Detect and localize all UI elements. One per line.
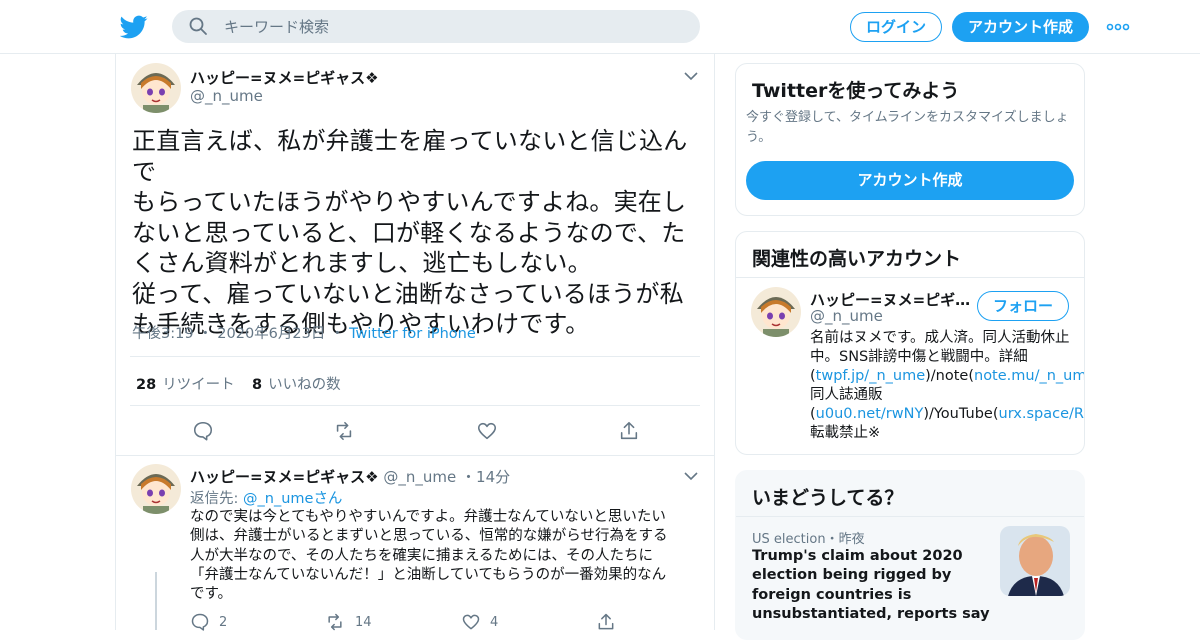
bio-text: )/note(	[925, 368, 974, 384]
more-options-icon[interactable]	[1106, 20, 1130, 34]
reply-reply-count: 2	[219, 615, 228, 630]
trends-card: いまどうしてる？ US election・昨夜 Trump's claim ab…	[735, 470, 1085, 640]
reply-icon[interactable]	[192, 420, 214, 442]
related-account-handle[interactable]: @_n_ume	[810, 307, 883, 325]
meta-separator: ・	[198, 326, 213, 342]
bio-link[interactable]: u0u0.net/rwNY	[816, 406, 924, 422]
reply-text: なので実は今とてもやりやすいんですよ。弁護士なんていないと思いたい 側は、弁護士…	[190, 509, 668, 603]
chevron-down-icon[interactable]	[684, 471, 698, 481]
avatar-illustration-icon	[751, 287, 801, 337]
reply-to-line: 返信先: @_n_umeさん	[190, 487, 342, 508]
related-accounts-card: 関連性の高いアカウント ハッピー=ヌメ=ピギ… @_n_ume フォロー 名前は…	[735, 231, 1085, 455]
tweet-time[interactable]: 午後3:19	[132, 326, 194, 342]
tweet-timestamp: 午後3:19 ・ 2020年6月23日 ・ Twitter for iPhone	[132, 322, 476, 343]
trend-category: US election	[752, 532, 826, 547]
card-divider	[736, 516, 1084, 517]
share-icon[interactable]	[596, 612, 616, 632]
meta-separator: ・	[461, 468, 477, 486]
search-placeholder: キーワード検索	[224, 18, 330, 36]
like-heart-icon[interactable]	[476, 420, 498, 442]
search-icon	[189, 17, 207, 35]
like-heart-icon[interactable]	[461, 612, 481, 632]
tweet-date[interactable]: 2020年6月23日	[217, 326, 325, 342]
chevron-down-icon[interactable]	[684, 71, 698, 81]
reply-icon[interactable]	[190, 612, 210, 632]
trend-thumbnail[interactable]	[1000, 526, 1070, 596]
reply-author-handle[interactable]: @_n_ume	[383, 468, 456, 486]
trends-title: いまどうしてる？	[752, 487, 904, 509]
avatar[interactable]	[131, 464, 181, 514]
reply-to-suffix: さん	[313, 491, 343, 507]
signup-card-subtitle: 今すぐ登録して、タイムラインをカスタマイズしましょう。	[746, 110, 1069, 145]
signup-card: Twitterを使ってみよう 今すぐ登録して、タイムラインをカスタマイズしましょ…	[735, 63, 1085, 216]
trend-headline[interactable]: Trump's claim about 2020 election being …	[752, 547, 992, 624]
tweet-text: 正直言えば、私が弁護士を雇っていないと信じ込んで もらっていたほうがやりやすいん…	[132, 127, 688, 338]
bio-text: )/YouTube(	[923, 406, 999, 422]
signup-button[interactable]: アカウント作成	[952, 12, 1089, 42]
bio-link[interactable]: note.mu/_n_ume	[974, 368, 1084, 384]
reply-age[interactable]: 14分	[476, 468, 510, 486]
reply-retweet-count: 14	[355, 615, 372, 630]
tweet-source-link[interactable]: Twitter for iPhone	[349, 326, 476, 342]
tweet-stats: 28 リツイート 8 いいねの数	[130, 356, 700, 406]
thread-line	[155, 572, 157, 630]
avatar[interactable]	[751, 287, 801, 337]
like-count[interactable]: 8 いいねの数	[252, 373, 341, 394]
meta-separator: ・	[329, 326, 345, 342]
bio-link[interactable]: twpf.jp/_n_ume	[816, 368, 925, 384]
reply-author-name[interactable]: ハッピー=ヌメ=ピギャス❖	[190, 468, 379, 486]
related-account-bio: 名前はヌメです。成人済。同人活動休止中。SNS誹謗中傷と戦闘中。詳細(twpf.…	[810, 329, 1084, 443]
trend-time: 昨夜	[838, 532, 865, 547]
card-divider	[736, 277, 1084, 278]
retweet-icon[interactable]	[333, 420, 355, 442]
reply-to-label: 返信先:	[190, 491, 239, 507]
signup-card-title: Twitterを使ってみよう	[752, 80, 960, 102]
top-navigation-bar: キーワード検索 ログイン アカウント作成	[0, 0, 1200, 54]
tweet-divider	[116, 455, 714, 456]
tweet-author-handle[interactable]: @_n_ume	[190, 87, 263, 105]
retweet-count[interactable]: 28 リツイート	[136, 373, 235, 394]
avatar-illustration-icon	[131, 63, 181, 113]
avatar[interactable]	[131, 63, 181, 113]
share-icon[interactable]	[618, 420, 640, 442]
meta-separator: ・	[825, 532, 839, 547]
related-accounts-title: 関連性の高いアカウント	[752, 248, 962, 270]
reply-like-count: 4	[490, 615, 499, 630]
main-timeline-column: ハッピー=ヌメ=ピギャス❖ @_n_ume 正直言えば、私が弁護士を雇っていない…	[115, 54, 715, 632]
trend-meta: US election・昨夜	[752, 528, 865, 547]
reply-header: ハッピー=ヌメ=ピギャス❖ @_n_ume ・14分	[190, 466, 510, 487]
retweet-icon[interactable]	[325, 612, 345, 632]
login-button[interactable]: ログイン	[850, 12, 942, 42]
bio-link[interactable]: urx.space/R0H5	[999, 406, 1085, 422]
twitter-bird-logo-icon[interactable]	[120, 13, 148, 41]
follow-button[interactable]: フォロー	[977, 291, 1069, 321]
signup-card-button[interactable]: アカウント作成	[746, 161, 1074, 200]
trend-photo-image	[1000, 526, 1070, 596]
avatar-illustration-icon	[131, 464, 181, 514]
tweet-author-name[interactable]: ハッピー=ヌメ=ピギャス❖	[190, 67, 379, 88]
reply-to-handle-link[interactable]: @_n_ume	[243, 491, 313, 507]
